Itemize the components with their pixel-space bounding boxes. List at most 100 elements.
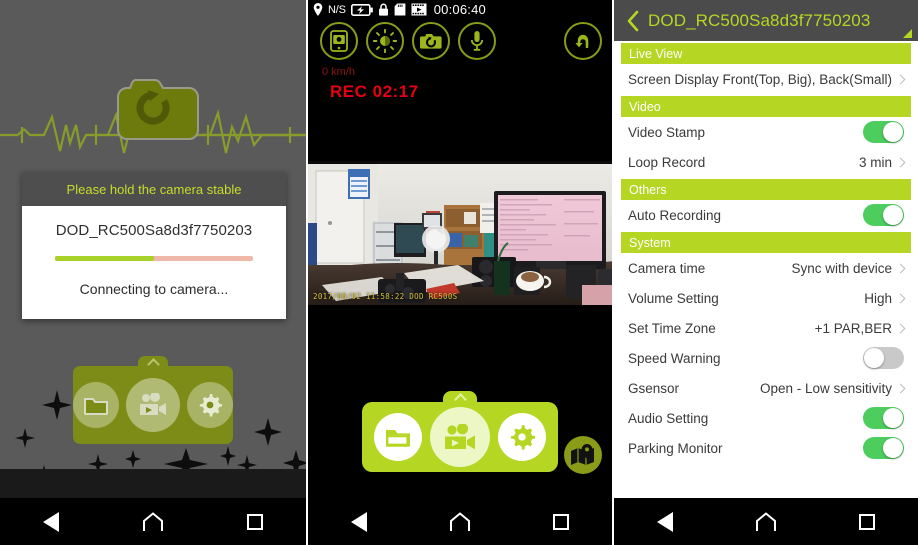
settings-row[interactable]: Parking Monitor: [628, 433, 904, 463]
settings-row-label: Gsensor: [628, 380, 680, 396]
settings-toggle[interactable]: [863, 437, 904, 459]
signal-triangle-icon: [903, 29, 912, 38]
nav-recents-button[interactable]: [539, 500, 583, 544]
dialog-title: Please hold the camera stable: [22, 172, 286, 206]
home-icon: [143, 511, 163, 531]
connect-progress-fill: [55, 256, 154, 261]
settings-row[interactable]: Auto Recording: [628, 200, 904, 230]
camera-refresh-icon: [117, 79, 199, 140]
phone-snapshot-icon: [330, 30, 348, 52]
settings-row-label: Video Stamp: [628, 124, 706, 140]
gps-map-badge[interactable]: [564, 436, 602, 474]
connect-dialog: Please hold the camera stable DOD_RC500S…: [22, 172, 286, 319]
dock-settings-button[interactable]: [187, 382, 233, 428]
settings-toggle[interactable]: [863, 204, 904, 226]
dialog-body: DOD_RC500Sa8d3f7750203 Connecting to cam…: [22, 206, 286, 319]
settings-row[interactable]: Loop Record 3 min: [628, 147, 906, 177]
chevron-up-icon: [146, 358, 160, 371]
dock-files-button[interactable]: [73, 382, 119, 428]
settings-row-label: Volume Setting: [628, 290, 719, 306]
settings-toggle[interactable]: [863, 407, 904, 429]
android-navbar: [308, 498, 612, 545]
chevron-up-icon: [453, 393, 467, 406]
settings-row[interactable]: Set Time Zone +1 PAR,BER: [628, 313, 906, 343]
home-icon: [449, 511, 470, 531]
film-strip-icon: [411, 3, 427, 16]
video-camera-icon: [445, 423, 475, 449]
microphone-button[interactable]: [458, 22, 496, 60]
settings-row-label: Set Time Zone: [628, 320, 716, 336]
settings-row-label: Parking Monitor: [628, 440, 723, 456]
dock-handle[interactable]: [138, 356, 168, 372]
dialog-status-text: Connecting to camera...: [79, 281, 229, 297]
gear-icon: [510, 425, 535, 450]
return-button[interactable]: [564, 22, 602, 60]
microphone-icon: [470, 31, 484, 51]
video-frame: [308, 161, 612, 305]
live-dock-files-button[interactable]: [374, 413, 422, 461]
settings-row-label: Screen Display: [628, 71, 719, 87]
recording-indicator: REC 02:17: [330, 82, 419, 101]
chevron-left-icon: [627, 10, 639, 31]
video-preview[interactable]: 2017/08/02 11:58:22 DOD RC500S: [308, 161, 612, 305]
nav-home-button[interactable]: [131, 500, 175, 544]
back-triangle-icon: [656, 511, 673, 532]
gps-status-text: N/S: [328, 3, 346, 16]
settings-row[interactable]: Volume Setting High: [628, 283, 906, 313]
settings-row[interactable]: Gsensor Open - Low sensitivity: [628, 373, 906, 403]
battery-charging-icon: [350, 3, 373, 16]
speed-indicator: 0 km/h: [322, 66, 356, 78]
settings-row-value: 3 min: [858, 154, 892, 170]
camera-switch-icon: [420, 34, 442, 49]
settings-toggle[interactable]: [863, 121, 904, 143]
settings-row[interactable]: Video Stamp: [628, 117, 904, 147]
back-triangle-icon: [43, 511, 59, 532]
nav-back-button[interactable]: [643, 500, 687, 544]
live-dock-handle[interactable]: [443, 391, 477, 407]
chevron-right-icon: [895, 293, 906, 303]
phone-snapshot-button[interactable]: [320, 22, 358, 60]
settings-row-value: Front(Top, Big), Back(Small): [722, 71, 892, 87]
screenshot-stage: Please hold the camera stable DOD_RC500S…: [0, 0, 918, 545]
square-icon: [553, 513, 570, 530]
settings-row-label: Speed Warning: [628, 350, 721, 366]
dock-liveview-button[interactable]: [126, 378, 180, 432]
back-triangle-icon: [350, 511, 367, 532]
settings-row-value: Sync with device: [791, 260, 892, 276]
chevron-right-icon: [895, 157, 906, 167]
folder-icon: [84, 398, 108, 415]
settings-row-value: High: [864, 290, 892, 306]
settings-row[interactable]: Audio Setting: [628, 403, 904, 433]
video-timestamp: 2017/08/02 11:58:22 DOD RC500S: [313, 292, 458, 301]
return-arrow-icon: [575, 34, 589, 48]
settings-row-value-group: High: [864, 290, 906, 306]
live-dock-record-button[interactable]: [430, 407, 490, 467]
settings-row[interactable]: Speed Warning: [628, 343, 904, 373]
settings-list[interactable]: Live View Screen Display Front(Top, Big), …: [614, 41, 918, 498]
settings-row[interactable]: Camera time Sync with device: [628, 253, 906, 283]
nav-back-button[interactable]: [337, 500, 381, 544]
chevron-right-icon: [895, 383, 906, 393]
live-dock-settings-button[interactable]: [498, 413, 546, 461]
chevron-right-icon: [895, 323, 906, 333]
brightness-icon: [373, 29, 397, 53]
toggle-knob: [883, 205, 903, 225]
folder-icon: [386, 429, 410, 447]
nav-recents-button[interactable]: [233, 500, 277, 544]
brightness-button[interactable]: [366, 22, 404, 60]
nav-home-button[interactable]: [438, 500, 482, 544]
nav-home-button[interactable]: [744, 500, 788, 544]
settings-row-value-group: Open - Low sensitivity: [759, 380, 906, 396]
nav-recents-button[interactable]: [845, 500, 889, 544]
settings-row[interactable]: Screen Display Front(Top, Big), Back(Smal…: [628, 64, 906, 94]
location-pin-icon: [313, 3, 323, 16]
settings-row-label: Auto Recording: [628, 207, 722, 223]
chevron-right-icon: [895, 263, 906, 273]
back-button[interactable]: [622, 8, 644, 34]
connecting-screen: Please hold the camera stable DOD_RC500S…: [0, 0, 306, 545]
camera-switch-button[interactable]: [412, 22, 450, 60]
nav-back-button[interactable]: [29, 500, 73, 544]
settings-screen: DOD_RC500Sa8d3f7750203 Live View Screen D…: [612, 0, 918, 545]
settings-row-value: Open - Low sensitivity: [759, 380, 892, 396]
settings-toggle[interactable]: [863, 347, 904, 369]
